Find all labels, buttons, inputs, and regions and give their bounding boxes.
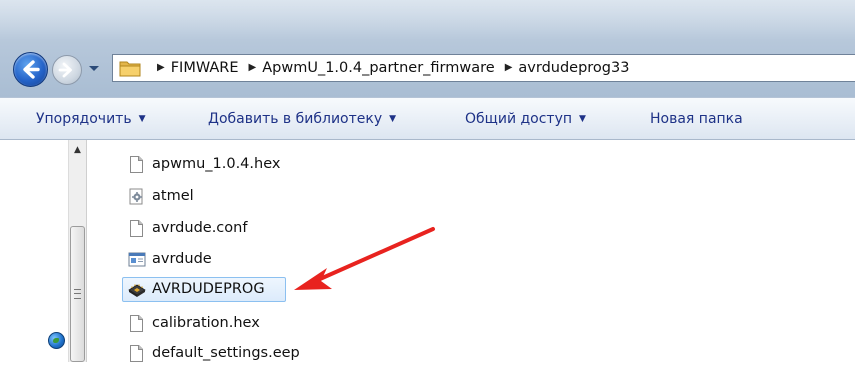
file-name: avrdude.conf (152, 220, 248, 236)
chevron-down-icon: ▼ (138, 114, 146, 124)
new-folder-label: Новая папка (650, 111, 743, 127)
organize-button[interactable]: Упорядочить ▼ (36, 98, 146, 140)
navigation-pane (0, 140, 68, 362)
chevron-down-icon: ▼ (389, 114, 397, 124)
breadcrumb-separator-icon[interactable]: ▶ (505, 55, 513, 81)
new-folder-button[interactable]: Новая папка (650, 98, 743, 140)
back-button[interactable] (13, 52, 48, 87)
forward-button[interactable] (52, 55, 82, 85)
file-name: AVRDUDEPROG (152, 281, 265, 297)
add-to-library-label: Добавить в библиотеку (208, 111, 383, 127)
breadcrumb-item[interactable]: FIMWARE (171, 55, 239, 81)
add-to-library-button[interactable]: Добавить в библиотеку ▼ (208, 98, 396, 140)
settings-file-icon (128, 187, 146, 206)
window-title-area: ▶ FIMWARE ▶ ApwmU_1.0.4_partner_firmware ▶ av… (0, 0, 855, 97)
document-icon (128, 344, 146, 363)
recent-pages-dropdown-icon[interactable] (86, 60, 102, 76)
file-name: atmel (152, 188, 194, 204)
breadcrumb-separator-icon[interactable]: ▶ (249, 55, 257, 81)
scroll-up-arrow-icon[interactable]: ▲ (69, 140, 86, 160)
file-name: apwmu_1.0.4.hex (152, 156, 281, 172)
scroll-grip-icon (74, 289, 81, 299)
navigation-scrollbar[interactable]: ▲ (68, 140, 87, 362)
application-icon (128, 250, 146, 269)
share-button[interactable]: Общий доступ ▼ (465, 98, 586, 140)
breadcrumb-item[interactable]: avrdudeprog33 (518, 55, 629, 81)
chip-program-icon (128, 281, 146, 300)
file-name: avrdude (152, 251, 212, 267)
file-name: default_settings.eep (152, 345, 300, 361)
breadcrumb-item[interactable]: ApwmU_1.0.4_partner_firmware (262, 55, 494, 81)
list-item-selected[interactable]: AVRDUDEPROG (122, 277, 286, 302)
document-icon (128, 314, 146, 333)
breadcrumb-separator-icon[interactable]: ▶ (157, 55, 165, 81)
chevron-down-icon: ▼ (579, 114, 586, 124)
title-sheen (0, 0, 855, 40)
breadcrumb: ▶ FIMWARE ▶ ApwmU_1.0.4_partner_firmware ▶ av… (153, 55, 629, 81)
scroll-thumb[interactable] (70, 226, 85, 362)
back-arrow-icon (23, 60, 40, 79)
organize-label: Упорядочить (36, 111, 132, 127)
address-bar[interactable]: ▶ FIMWARE ▶ ApwmU_1.0.4_partner_firmware ▶ av… (112, 54, 855, 82)
share-label: Общий доступ (465, 111, 573, 127)
folder-icon (119, 61, 141, 77)
command-toolbar: Упорядочить ▼ Добавить в библиотеку ▼ Общи… (0, 97, 855, 140)
file-name: calibration.hex (152, 315, 260, 331)
document-icon (128, 219, 146, 238)
network-globe-icon[interactable] (48, 332, 65, 349)
document-icon (128, 155, 146, 174)
forward-arrow-icon (58, 62, 72, 78)
